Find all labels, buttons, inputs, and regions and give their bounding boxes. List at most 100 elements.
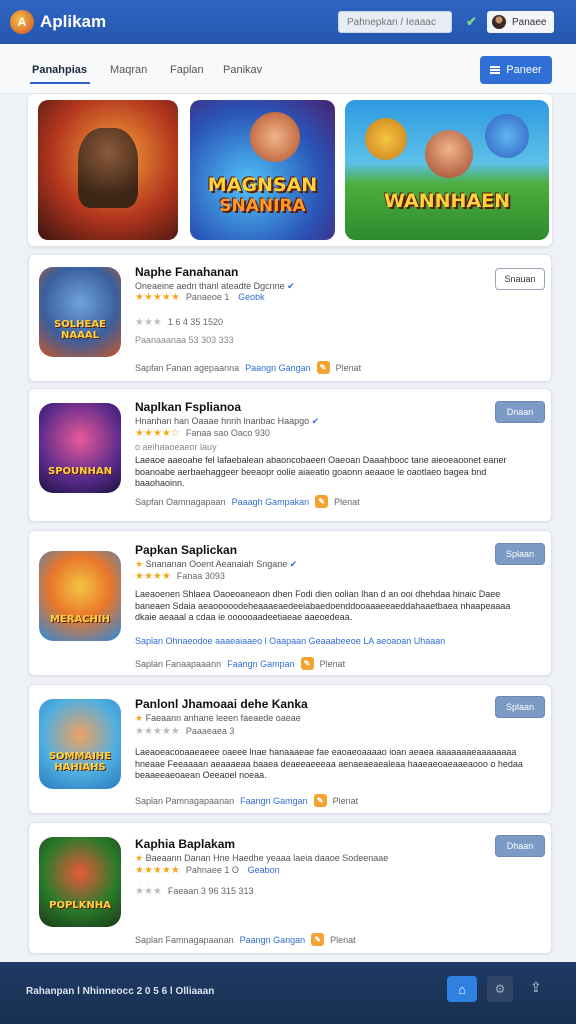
app-footer: Sapfan Fanan agepaanna Paangn Gangan ✎ P… [135, 361, 361, 374]
avatar [492, 15, 506, 29]
creature-illustration [485, 114, 529, 158]
developer-label: Saplan Famnagapaanan [135, 934, 234, 945]
hero-illustration [250, 112, 300, 162]
developer-link[interactable]: Paangn Gangan [240, 935, 306, 945]
app-card[interactable]: SPOUNHAN Naplkan Fsplianoa Hnanhan han O… [28, 388, 552, 522]
app-icon-label: SOLHEAE NAAAL [54, 319, 106, 341]
banner-title-line2: SNANIRA [219, 196, 306, 216]
banner-title: WANNHAEN [383, 190, 511, 212]
active-tab-indicator [30, 82, 90, 84]
app-title: Aplikam [40, 12, 107, 31]
install-button[interactable]: Dnaan [495, 401, 545, 423]
app-description: Laeaoe aaeoahe fel lafaebalean abaoncoba… [135, 455, 507, 488]
app-title[interactable]: Kaphia Baplakam [135, 837, 235, 851]
rating-link[interactable]: Geabon [248, 865, 280, 875]
app-icon[interactable]: SOLHEAE NAAAL [39, 267, 121, 357]
install-button[interactable]: Splaan [495, 543, 545, 565]
app-icon-label: SPOUNHAN [48, 466, 112, 477]
tab-3[interactable]: Faplan [170, 64, 204, 76]
developer-label: Sapfan Oamnagapaan [135, 496, 226, 507]
rating-text: Fanaa sao Oaco 930 [185, 428, 270, 438]
rating-text: Panaeoe 1 [185, 292, 230, 302]
app-footer: Saplan Pamnagapaanan Faangn Gamgan ✎ Ple… [135, 794, 358, 807]
secondary-rating: ★★★ Faeaan 3 96 315 313 [135, 886, 253, 897]
app-subtitle: ★ Faeaann anhane leeen faeaede oaeae [135, 713, 301, 723]
tag-icon: ✎ [300, 657, 314, 670]
app-footer: Saplan Fanaapaaann Faangn Gampan ✎ Plena… [135, 657, 345, 670]
tag-icon: ✎ [315, 495, 329, 508]
secondary-rating-text: 1 6 4 35 1520 [167, 317, 223, 327]
star-rating: ★★★ [135, 886, 162, 897]
check-icon[interactable]: ✔ [466, 14, 478, 29]
app-icon[interactable]: MERACHIH [39, 551, 121, 641]
developer-link[interactable]: Faangn Gampan [227, 659, 295, 669]
app-subtitle: Oneaeine aedn thanl ateadte Dgcnne ✔ [135, 281, 295, 291]
app-title[interactable]: Naplkan Fsplianoa [135, 400, 241, 414]
tab-2[interactable]: Maqran [110, 64, 147, 76]
developer-label: Saplan Fanaapaaann [135, 658, 222, 669]
developer-link[interactable]: Paangn Gangan [245, 363, 311, 373]
filter-button[interactable]: Paneer [480, 56, 552, 84]
app-title[interactable]: Panlonl Jhamoaai dehe Kanka [135, 697, 308, 711]
rating-text: Fanaa 3093 [176, 571, 225, 581]
verified-icon: ✔ [287, 281, 295, 291]
tab-4[interactable]: Panikav [223, 64, 262, 76]
footer-text: Rahanpan l Nhinneocc 2 0 5 6 l Olliaaan [26, 986, 215, 997]
menu-icon [490, 66, 501, 74]
warrior-illustration [78, 128, 138, 208]
rating-link[interactable]: Geobk [238, 292, 265, 302]
developer-link[interactable]: Paaagh Gampakan [232, 497, 310, 507]
tab-1[interactable]: Panahpias [32, 64, 87, 76]
developer-link[interactable]: Faangn Gamgan [240, 796, 308, 806]
app-logo-icon[interactable]: A [10, 10, 34, 34]
settings-icon[interactable]: ⚙ [487, 976, 513, 1002]
star-rating: ★★★★☆ [135, 428, 180, 439]
banner-slide-1[interactable] [38, 100, 178, 240]
app-icon[interactable]: POPLKNHA [39, 837, 121, 927]
rating-text: Pahnaee 1 O [185, 865, 239, 875]
app-stats: Paanaaanaa 53 303 333 [135, 335, 234, 345]
banner-slide-3[interactable]: WANNHAEN [345, 100, 549, 240]
share-icon[interactable]: ⇪ [530, 979, 550, 999]
app-icon-label: MERACHIH [49, 614, 111, 625]
rating: ★★★★ Fanaa 3093 [135, 571, 225, 582]
install-button[interactable]: Splaan [495, 696, 545, 718]
tag-icon: ✎ [313, 794, 327, 807]
star-rating: ★★★ [135, 317, 162, 328]
app-subtitle: ★ Snananan Ooent Aeanaiah Sngane ✔ [135, 559, 298, 569]
profile-button[interactable]: Panaee [487, 11, 554, 33]
app-title[interactable]: Naphe Fanahanan [135, 265, 238, 279]
app-icon[interactable]: SOMMAIHE HAHIAHS [39, 699, 121, 789]
verified-icon: ✔ [289, 559, 298, 569]
banner-slide-2[interactable]: MAGNSAN SNANIRA [190, 100, 335, 240]
verified-icon: ✔ [311, 416, 320, 426]
app-icon-label: SOMMAIHE HAHIAHS [48, 751, 112, 773]
app-stats: o aeihaaoeaeor lauy [135, 442, 217, 452]
profile-label: Panaee [512, 16, 547, 28]
star-rating: ★★★★★ [135, 726, 180, 737]
tag-icon: ✎ [311, 933, 325, 946]
app-description: Laeaoenen Shlaea Oaoeoaneaon dhen Fodi d… [135, 589, 511, 622]
rating: ★★★★★ Panaeoe 1 Geobk [135, 292, 265, 303]
secondary-rating: ★★★ 1 6 4 35 1520 [135, 317, 223, 328]
rating: ★★★★☆ Fanaa sao Oaco 930 [135, 428, 270, 439]
star-rating: ★★★★ [135, 571, 171, 582]
star-rating: ★★★★★ [135, 865, 180, 876]
platform-label: Plenat [330, 934, 356, 945]
app-card[interactable]: SOLHEAE NAAAL Naphe Fanahanan Oneaeine a… [28, 254, 552, 382]
star-rating: ★★★★★ [135, 292, 180, 303]
search-input[interactable] [338, 11, 452, 33]
home-icon[interactable]: ⌂ [447, 976, 477, 1002]
featured-banner: MAGNSAN SNANIRA WANNHAEN [28, 94, 552, 246]
rating: ★★★★★ Paaaeaea 3 [135, 726, 234, 737]
app-card[interactable]: POPLKNHA Kaphia Baplakam ★ Baeaann Danan… [28, 822, 552, 954]
developer-label: Saplan Ohnaeodoe aaaeaiaaeo l Oaapaan Ge… [135, 636, 446, 646]
install-button[interactable]: Snauan [495, 268, 545, 290]
hero-illustration [425, 130, 473, 178]
rating-text: Paaaeaea 3 [185, 726, 235, 736]
app-card[interactable]: SOMMAIHE HAHIAHS Panlonl Jhamoaai dehe K… [28, 684, 552, 814]
app-title[interactable]: Papkan Saplickan [135, 543, 237, 557]
app-icon[interactable]: SPOUNHAN [39, 403, 121, 493]
app-card[interactable]: MERACHIH Papkan Saplickan ★ Snananan Ooe… [28, 530, 552, 676]
install-button[interactable]: Dhaan [495, 835, 545, 857]
